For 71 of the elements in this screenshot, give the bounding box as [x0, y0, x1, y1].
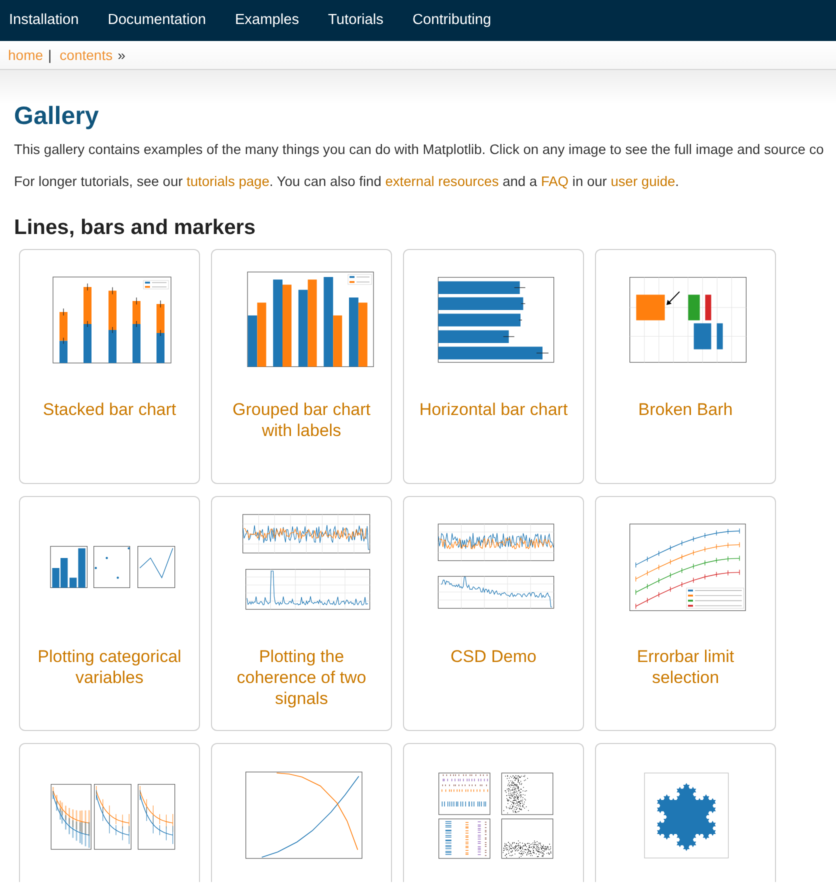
example-title[interactable]: Plotting the coherence of two signals: [221, 646, 382, 709]
legend-drawing: [347, 274, 372, 285]
event-column: [444, 821, 452, 855]
event-row: [442, 774, 487, 776]
errorbar-series: [139, 790, 173, 844]
plot-frame: [438, 818, 490, 859]
text-link[interactable]: tutorials page: [186, 174, 270, 189]
plot-frame: [438, 772, 490, 815]
data-line: [138, 548, 173, 579]
data-point: [116, 576, 118, 579]
bar: [636, 294, 664, 320]
plot-frame: [137, 546, 175, 588]
example-title[interactable]: Errorbar limit selection: [605, 646, 766, 688]
page-title: Gallery: [14, 101, 100, 132]
breadcrumb-separator: »: [118, 46, 126, 64]
example-card[interactable]: Broken Barh: [595, 249, 776, 484]
nav-link[interactable]: Installation: [9, 10, 79, 32]
intro-paragraph: This gallery contains examples of the many things you can do with Matplotlib. Click on any image to see the full image and source co: [14, 141, 822, 159]
example-title[interactable]: Plotting categorical variables: [29, 646, 190, 688]
plot-frame: [500, 772, 553, 815]
annotation-arrow: [666, 291, 680, 305]
bar: [438, 330, 508, 343]
bar: [693, 323, 711, 350]
plot-frame: [93, 546, 130, 588]
event-column: [484, 822, 486, 856]
nav-link[interactable]: Contributing: [412, 10, 492, 32]
bar: [688, 294, 700, 320]
example-card[interactable]: Grouped bar chart with labels: [211, 249, 392, 484]
example-card[interactable]: Plotting categorical variables: [19, 496, 200, 731]
nav-link[interactable]: Tutorials: [328, 10, 384, 32]
plot-frame: [94, 784, 131, 850]
nav-link[interactable]: Documentation: [108, 10, 206, 32]
event-column: [476, 821, 481, 855]
text-link[interactable]: user guide: [610, 174, 676, 189]
event-row: [442, 778, 488, 782]
snowflake-shape: [656, 783, 716, 851]
event-column: [464, 822, 468, 855]
nav-link[interactable]: Examples: [234, 10, 300, 32]
example-card[interactable]: CSD Demo: [403, 496, 584, 731]
example-card[interactable]: Errorbar limit selection: [595, 496, 776, 731]
plot-frame: [50, 784, 91, 850]
legend-drawing: [142, 280, 168, 290]
intro-paragraph: For longer tutorials, see our tutorials page. You can also find external resources and a FAQ in our user guide.: [14, 173, 680, 191]
example-card[interactable]: [19, 743, 200, 882]
breadcrumb-link[interactable]: home: [8, 44, 44, 66]
text-link[interactable]: FAQ: [540, 174, 569, 189]
example-card[interactable]: Plotting the coherence of two signals: [211, 496, 392, 731]
data-point: [127, 547, 130, 550]
breadcrumb-link[interactable]: contents: [60, 44, 113, 66]
errorbar-series: [95, 790, 129, 844]
event-row: [441, 789, 488, 792]
example-title[interactable]: Stacked bar chart: [42, 399, 176, 420]
legend-drawing: [686, 588, 744, 608]
event-row: [441, 801, 486, 807]
event-row: [442, 784, 486, 786]
breadcrumb-separator: |: [48, 46, 52, 65]
example-title[interactable]: Horizontal bar chart: [419, 399, 568, 420]
example-title[interactable]: Broken Barh: [638, 399, 733, 420]
data-point: [105, 556, 108, 560]
errorbar-series: [52, 791, 90, 848]
example-title[interactable]: CSD Demo: [450, 646, 536, 667]
text-link[interactable]: external resources: [385, 174, 499, 189]
example-card[interactable]: Stacked bar chart: [19, 249, 200, 484]
plot-frame: [500, 818, 553, 859]
example-card[interactable]: [595, 743, 776, 882]
example-card[interactable]: Horizontal bar chart: [403, 249, 584, 484]
plot-frame: [137, 784, 175, 850]
example-card[interactable]: [403, 743, 584, 882]
data-point: [94, 566, 96, 570]
section-heading: Lines, bars and markers: [14, 215, 257, 241]
example-title[interactable]: Grouped bar chart with labels: [221, 399, 382, 441]
